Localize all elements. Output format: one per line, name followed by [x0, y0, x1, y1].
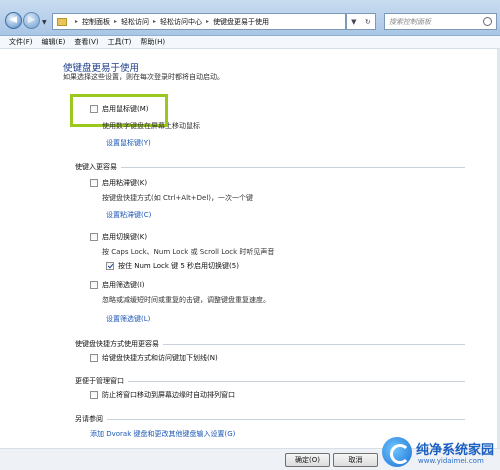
breadcrumb-current-page[interactable]: 使键盘更易于使用 [213, 17, 269, 27]
toggle-keys-checkbox[interactable] [90, 233, 98, 241]
setup-sticky-keys-link[interactable]: 设置粘滞键(C) [106, 210, 151, 220]
section-typing-heading: 使键入更容易 [75, 162, 465, 172]
watermark-url: www.yidaimei.com [418, 457, 484, 465]
menu-tools[interactable]: 工具(T) [108, 37, 132, 47]
search-icon[interactable] [483, 17, 492, 26]
toggle-keys-label: 启用切换键(K) [102, 233, 148, 241]
section-shortcuts-heading: 使键盘快捷方式使用更容易 [75, 339, 465, 349]
toggle-keys-hold-checkbox[interactable] [106, 262, 114, 270]
address-bar[interactable]: ▸ 控制面板 ▸ 轻松访问 ▸ 轻松访问中心 ▸ 使键盘更易于使用 [52, 13, 346, 30]
control-panel-folder-icon [57, 17, 67, 26]
filter-keys-option[interactable]: 启用筛选键(I) [90, 280, 145, 290]
setup-mouse-keys-link[interactable]: 设置鼠标键(Y) [106, 138, 151, 148]
address-controls: ▼ ↻ [346, 13, 376, 30]
breadcrumb-separator-icon: ▸ [206, 18, 210, 25]
watermark-logo-icon [382, 437, 412, 467]
section-divider [107, 418, 465, 420]
breadcrumb-control-panel[interactable]: 控制面板 [82, 17, 110, 27]
site-watermark: 纯净系统家园 www.yidaimei.com [382, 434, 500, 470]
breadcrumb-separator-icon: ▸ [153, 18, 157, 25]
section-see-also-heading: 另请参阅 [75, 414, 465, 424]
prevent-arrange-label: 防止将窗口移动到屏幕边缘时自动排列窗口 [102, 391, 235, 399]
setup-filter-keys-link[interactable]: 设置筛选键(L) [106, 314, 150, 324]
filter-keys-label: 启用筛选键(I) [102, 281, 145, 289]
section-divider [121, 166, 465, 168]
menu-file[interactable]: 文件(F) [9, 37, 33, 47]
menu-bar: 文件(F) 编辑(E) 查看(V) 工具(T) 帮助(H) [0, 36, 500, 49]
recent-pages-chevron-icon[interactable]: ▼ [42, 19, 47, 26]
section-typing-title: 使键入更容易 [75, 163, 117, 171]
section-divider [163, 343, 465, 345]
toggle-keys-hold-option[interactable]: 按住 Num Lock 键 5 秒启用切换键(5) [106, 261, 239, 271]
menu-help[interactable]: 帮助(H) [140, 37, 165, 47]
breadcrumb-separator-icon: ▸ [75, 18, 79, 25]
settings-pane: 使键盘更易于使用 如果选择这些设置，则在每次登录时都将自动启动。 启用鼠标键(M… [0, 49, 500, 470]
filter-keys-note: 忽略或减缓短时间或重复的击键，调整键盘重复速度。 [102, 296, 270, 304]
dvorak-keyboard-link[interactable]: 添加 Dvorak 键盘和更改其他键盘输入设置(G) [90, 429, 235, 439]
search-placeholder[interactable]: 搜索控制面板 [389, 17, 483, 27]
sticky-keys-option[interactable]: 启用粘滞键(K) [90, 178, 147, 188]
section-shortcuts-title: 使键盘快捷方式使用更容易 [75, 340, 159, 348]
cancel-button[interactable]: 取消 [333, 453, 378, 467]
forward-arrow-icon[interactable]: ▶ [23, 12, 40, 29]
search-box[interactable]: 搜索控制面板 [384, 13, 497, 30]
watermark-name: 纯净系统家园 [416, 443, 495, 458]
prevent-arrange-checkbox[interactable] [90, 391, 98, 399]
toggle-keys-hold-label: 按住 Num Lock 键 5 秒启用切换键(5) [118, 262, 239, 270]
toggle-keys-note: 按 Caps Lock、Num Lock 或 Scroll Lock 时听见声音 [102, 248, 275, 256]
sticky-keys-label: 启用粘滞键(K) [102, 179, 148, 187]
breadcrumb-separator-icon: ▸ [114, 18, 118, 25]
toggle-keys-option[interactable]: 启用切换键(K) [90, 232, 147, 242]
address-dropdown-icon[interactable]: ▼ [351, 18, 356, 26]
page-description: 如果选择这些设置，则在每次登录时都将自动启动。 [63, 73, 224, 81]
underline-shortcuts-label: 给键盘快捷方式和访问键加下划线(N) [102, 354, 218, 362]
back-arrow-icon[interactable]: ◀ [5, 12, 22, 29]
menu-edit[interactable]: 编辑(E) [42, 37, 66, 47]
prevent-arrange-option[interactable]: 防止将窗口移动到屏幕边缘时自动排列窗口 [90, 390, 235, 400]
breadcrumb-ease-of-access[interactable]: 轻松访问 [121, 17, 149, 27]
underline-shortcuts-checkbox[interactable] [90, 354, 98, 362]
section-windows-title: 更便于管理窗口 [75, 377, 124, 385]
menu-view[interactable]: 查看(V) [74, 37, 98, 47]
section-divider [128, 380, 465, 382]
filter-keys-checkbox[interactable] [90, 281, 98, 289]
sticky-keys-note: 按键盘快捷方式(如 Ctrl+Alt+Del)，一次一个键 [102, 194, 253, 202]
refresh-icon[interactable]: ↻ [365, 18, 371, 26]
breadcrumb-ease-of-access-center[interactable]: 轻松访问中心 [160, 17, 202, 27]
address-toolbar: ◀ ▶ ▼ ▸ 控制面板 ▸ 轻松访问 ▸ 轻松访问中心 ▸ 使键盘更易于使用 … [0, 0, 500, 36]
section-see-also-title: 另请参阅 [75, 415, 103, 423]
mouse-keys-note: 使用数字键盘在屏幕上移动鼠标 [102, 122, 200, 130]
sticky-keys-checkbox[interactable] [90, 179, 98, 187]
ok-button[interactable]: 确定(O) [285, 453, 330, 467]
underline-shortcuts-option[interactable]: 给键盘快捷方式和访问键加下划线(N) [90, 353, 218, 363]
section-windows-heading: 更便于管理窗口 [75, 376, 465, 386]
